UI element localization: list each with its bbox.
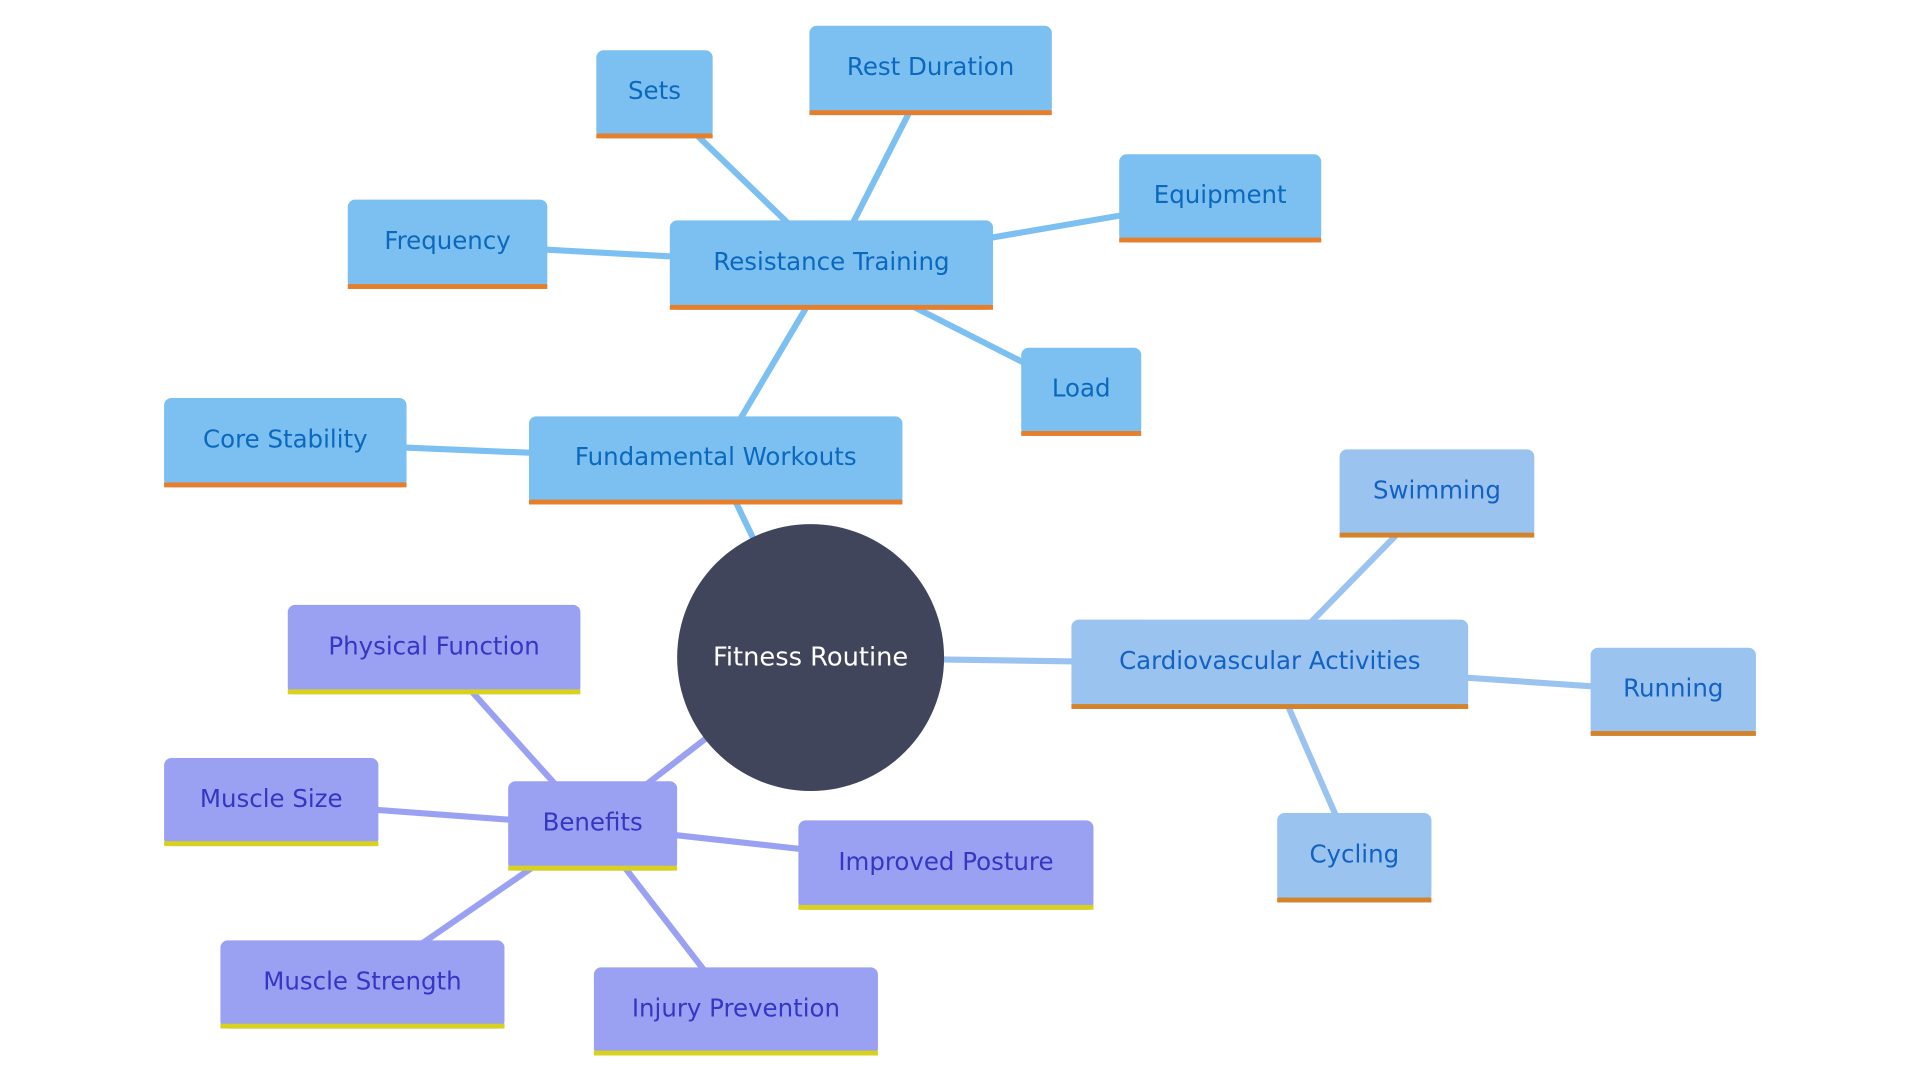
node-accent-bar bbox=[164, 482, 407, 488]
node-accent-bar bbox=[798, 904, 1094, 910]
node-core[interactable]: Core Stability bbox=[164, 397, 407, 488]
node-label: Equipment bbox=[1154, 180, 1287, 209]
node-fundamental[interactable]: Fundamental Workouts bbox=[528, 416, 903, 505]
node-rest[interactable]: Rest Duration bbox=[809, 25, 1052, 116]
node-cycling[interactable]: Cycling bbox=[1277, 813, 1432, 903]
node-size[interactable]: Muscle Size bbox=[164, 757, 379, 847]
node-sets[interactable]: Sets bbox=[596, 50, 713, 139]
node-strength[interactable]: Muscle Strength bbox=[220, 940, 505, 1029]
node-label: Benefits bbox=[543, 808, 643, 837]
node-label: Core Stability bbox=[203, 424, 368, 453]
node-label: Swimming bbox=[1373, 475, 1501, 504]
node-accent-bar bbox=[220, 1023, 505, 1029]
node-frequency[interactable]: Frequency bbox=[347, 199, 548, 289]
node-equipment[interactable]: Equipment bbox=[1119, 154, 1322, 243]
node-label: Load bbox=[1052, 374, 1111, 403]
node-physical[interactable]: Physical Function bbox=[287, 604, 581, 695]
node-accent-bar bbox=[164, 841, 379, 847]
node-label: Resistance Training bbox=[713, 247, 949, 276]
node-accent-bar bbox=[1339, 532, 1535, 538]
node-load[interactable]: Load bbox=[1021, 347, 1142, 436]
node-benefits[interactable]: Benefits bbox=[508, 781, 678, 871]
node-accent-bar bbox=[508, 865, 678, 871]
node-accent-bar bbox=[1277, 897, 1432, 903]
node-resistance[interactable]: Resistance Training bbox=[669, 220, 994, 310]
node-label: Cardiovascular Activities bbox=[1119, 646, 1420, 675]
node-accent-bar bbox=[1119, 237, 1322, 243]
node-label: Improved Posture bbox=[838, 847, 1053, 876]
mind-map: Fitness Routine Fundamental Workouts Resi… bbox=[164, 25, 1756, 1056]
node-label: Muscle Size bbox=[200, 784, 343, 813]
node-label: Cycling bbox=[1309, 840, 1399, 869]
root-label: Fitness Routine bbox=[713, 643, 908, 673]
nodes: Fundamental Workouts Resistance Training C… bbox=[164, 25, 1756, 1056]
node-accent-bar bbox=[593, 1050, 878, 1056]
node-label: Injury Prevention bbox=[632, 993, 840, 1022]
node-label: Fundamental Workouts bbox=[575, 442, 857, 471]
node-label: Frequency bbox=[384, 226, 510, 255]
node-label: Rest Duration bbox=[847, 52, 1014, 81]
node-accent-bar bbox=[287, 689, 581, 695]
node-accent-bar bbox=[1590, 731, 1756, 736]
node-injury[interactable]: Injury Prevention bbox=[593, 967, 878, 1056]
node-label: Physical Function bbox=[328, 631, 539, 660]
node-accent-bar bbox=[1071, 704, 1469, 709]
root-node-fitness-routine[interactable]: Fitness Routine bbox=[677, 524, 945, 792]
node-accent-bar bbox=[596, 133, 713, 139]
node-swimming[interactable]: Swimming bbox=[1339, 449, 1535, 538]
node-posture[interactable]: Improved Posture bbox=[798, 820, 1094, 910]
node-accent-bar bbox=[809, 110, 1052, 116]
node-accent-bar bbox=[528, 499, 903, 505]
node-accent-bar bbox=[1021, 431, 1142, 436]
node-label: Sets bbox=[628, 76, 681, 105]
node-accent-bar bbox=[347, 284, 548, 289]
node-accent-bar bbox=[669, 304, 994, 310]
node-running[interactable]: Running bbox=[1590, 647, 1756, 736]
node-cardio[interactable]: Cardiovascular Activities bbox=[1071, 619, 1469, 709]
node-label: Running bbox=[1623, 674, 1723, 703]
node-label: Muscle Strength bbox=[263, 966, 461, 995]
